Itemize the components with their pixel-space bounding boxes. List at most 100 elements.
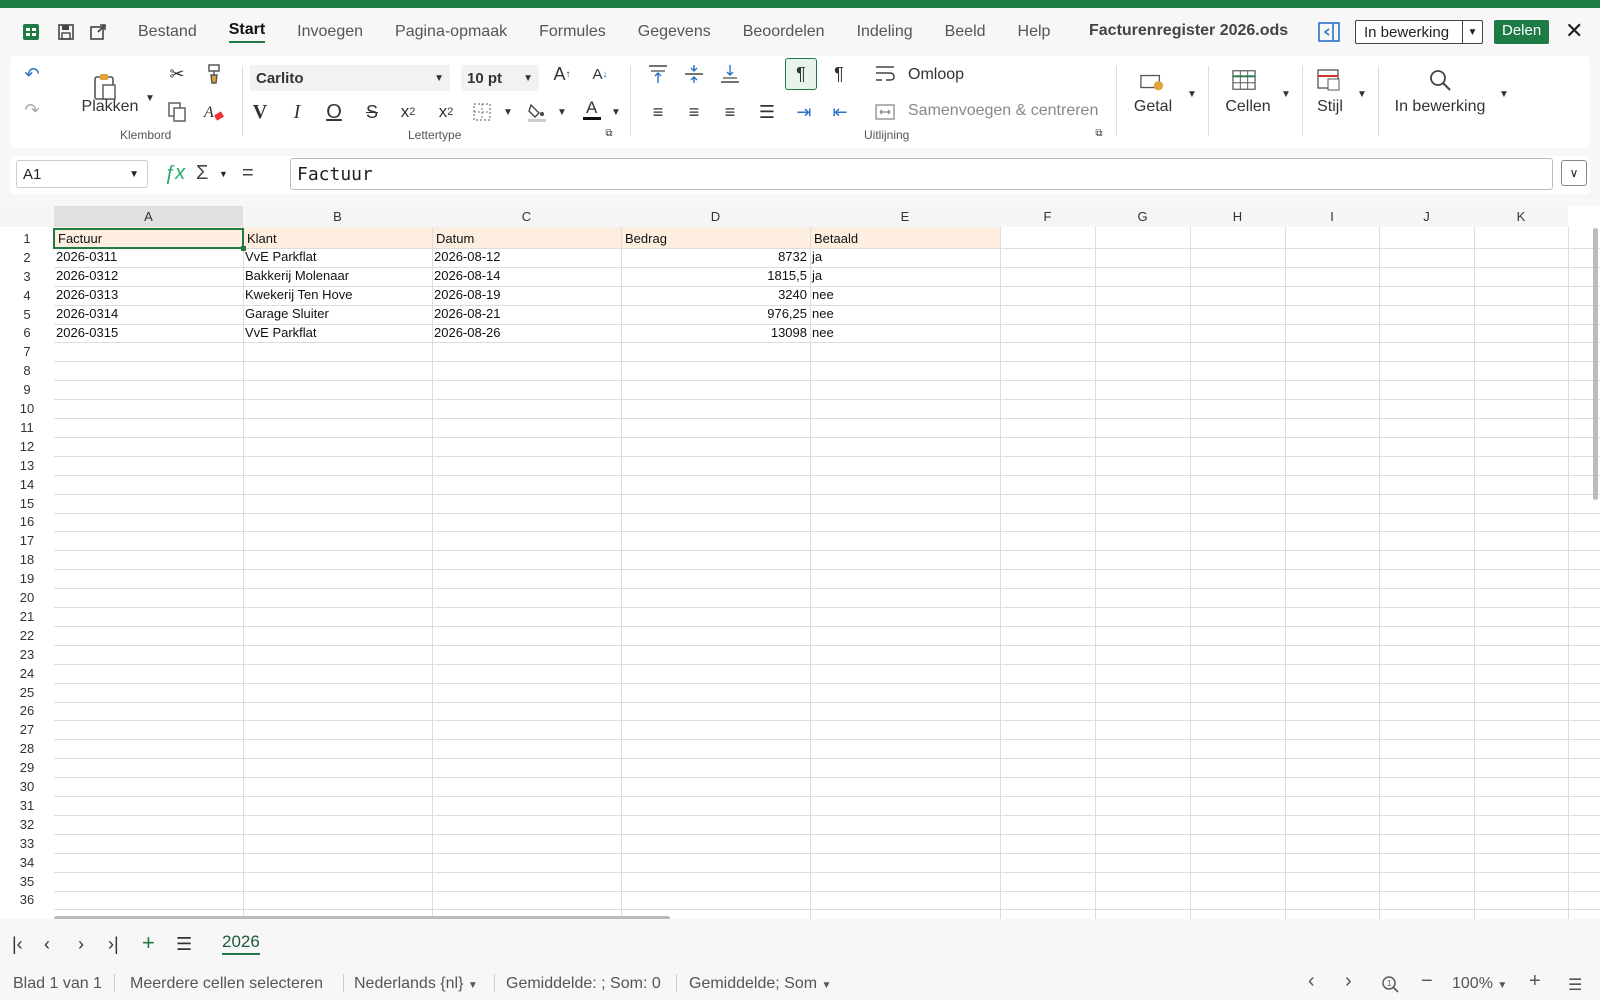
vertical-scrollbar[interactable] (1593, 228, 1598, 500)
style-button[interactable]: Stijl (1310, 96, 1350, 118)
ltr-paragraph-icon[interactable]: ¶ (785, 58, 817, 90)
add-sheet-icon[interactable]: + (142, 930, 155, 956)
chevron-down-icon[interactable]: ▼ (496, 100, 520, 124)
zoom-reset-icon[interactable]: 1 (1381, 975, 1399, 998)
last-sheet-icon[interactable]: ›| (108, 934, 119, 955)
chevron-down-icon[interactable]: ▼ (138, 86, 162, 110)
style-icon[interactable] (1317, 68, 1341, 92)
save-icon[interactable] (56, 22, 76, 42)
tab-start[interactable]: Start (228, 21, 266, 43)
header-cell[interactable]: Datum (434, 230, 619, 248)
chevron-down-icon[interactable]: ▼ (1274, 82, 1298, 106)
borders-icon[interactable] (470, 100, 494, 124)
name-box[interactable]: A1 ▼ (16, 160, 148, 188)
chevron-down-icon[interactable]: ▼ (1462, 21, 1482, 43)
row-header[interactable]: 35 (0, 872, 54, 891)
align-middle-icon[interactable] (682, 62, 706, 86)
row-header[interactable]: 18 (0, 550, 54, 569)
tab-gegevens[interactable]: Gegevens (638, 23, 711, 41)
column-header[interactable]: I (1285, 206, 1379, 227)
table-cell[interactable]: 2026-08-19 (432, 286, 620, 304)
row-header[interactable]: 8 (0, 361, 54, 380)
row-header[interactable]: 32 (0, 815, 54, 834)
table-cell[interactable]: 2026-08-12 (432, 248, 620, 266)
expand-formula-icon[interactable]: ∨ (1561, 160, 1587, 186)
row-header[interactable]: 19 (0, 569, 54, 588)
row-header[interactable]: 10 (0, 399, 54, 418)
clear-format-icon[interactable]: A (202, 100, 226, 124)
cells-icon[interactable] (1232, 68, 1256, 92)
fill-color-icon[interactable] (525, 100, 549, 124)
column-header[interactable]: G (1095, 206, 1190, 227)
row-header[interactable]: 9 (0, 380, 54, 399)
table-cell[interactable]: 8732 (621, 248, 809, 266)
table-cell[interactable]: nee (810, 324, 999, 342)
first-sheet-icon[interactable]: |‹ (12, 934, 23, 955)
dialog-launcher-icon[interactable]: ⧉ (1092, 126, 1106, 140)
subscript-icon[interactable]: x2 (396, 100, 420, 124)
calc-app-icon[interactable] (22, 23, 40, 41)
table-cell[interactable]: 3240 (621, 286, 809, 304)
row-header[interactable]: 26 (0, 702, 54, 721)
wrap-text-button[interactable]: Omloop (908, 64, 964, 86)
zoom-in-icon[interactable]: + (1529, 970, 1541, 993)
row-header[interactable]: 33 (0, 834, 54, 853)
column-header[interactable]: F (1000, 206, 1095, 227)
tab-help[interactable]: Help (1018, 23, 1051, 41)
row-header[interactable]: 21 (0, 607, 54, 626)
font-name-select[interactable]: Carlito ▼ (250, 65, 450, 91)
row-header[interactable]: 3 (0, 267, 54, 286)
fill-handle[interactable] (241, 245, 246, 251)
table-cell[interactable]: Bakkerij Molenaar (243, 267, 431, 285)
row-header[interactable]: 2 (0, 248, 54, 267)
spreadsheet-grid[interactable]: A B C D E F G H I J K 1 2 3 4 5 6 7 8 9 10 11 12 13 14 15 16 17 18 19… (0, 206, 1600, 919)
align-left-icon[interactable]: ≡ (646, 100, 670, 124)
row-header[interactable]: 23 (0, 645, 54, 664)
tab-beoordelen[interactable]: Beoordelen (743, 23, 825, 41)
increase-indent-icon[interactable]: ⇥ (792, 100, 816, 124)
table-cell[interactable]: 2026-0315 (54, 324, 242, 342)
column-header[interactable]: D (621, 206, 810, 227)
next-sheet-icon[interactable]: › (78, 934, 84, 955)
equals-icon[interactable]: = (242, 162, 254, 185)
row-header[interactable]: 30 (0, 777, 54, 796)
table-cell[interactable]: 13098 (621, 324, 809, 342)
superscript-icon[interactable]: x2 (434, 100, 458, 124)
column-header[interactable]: J (1379, 206, 1474, 227)
font-size-select[interactable]: 10 pt ▼ (461, 65, 539, 91)
align-bottom-icon[interactable] (718, 62, 742, 86)
row-header[interactable]: 5 (0, 305, 54, 324)
table-cell[interactable]: Kwekerij Ten Hove (243, 286, 431, 304)
column-header[interactable]: K (1474, 206, 1568, 227)
chevron-down-icon[interactable]: ▼ (550, 100, 574, 124)
redo-icon[interactable]: ↷ (20, 98, 44, 122)
row-header[interactable]: 16 (0, 513, 54, 532)
horizontal-scrollbar[interactable] (54, 916, 670, 919)
align-right-icon[interactable]: ≡ (718, 100, 742, 124)
selection-mode[interactable]: Meerdere cellen selecteren (130, 975, 323, 993)
status-menu-icon[interactable]: ☰ (1568, 975, 1582, 995)
sum-icon[interactable]: Σ (196, 162, 208, 185)
edit-mode-select[interactable]: In bewerking ▼ (1355, 20, 1483, 44)
zoom-select[interactable]: 100% ▼ (1452, 975, 1507, 993)
row-header[interactable]: 4 (0, 286, 54, 305)
merge-cells-icon[interactable] (873, 100, 897, 124)
table-cell[interactable]: nee (810, 286, 999, 304)
copy-icon[interactable] (165, 100, 189, 124)
align-center-icon[interactable]: ≡ (682, 100, 706, 124)
row-header[interactable]: 11 (0, 418, 54, 437)
row-header[interactable]: 14 (0, 475, 54, 494)
format-painter-icon[interactable] (202, 62, 226, 86)
zoom-out-icon[interactable]: − (1421, 970, 1433, 993)
shrink-font-icon[interactable]: A ↓ (588, 62, 612, 86)
row-header[interactable]: 31 (0, 796, 54, 815)
tab-bestand[interactable]: Bestand (138, 23, 197, 41)
table-cell[interactable]: VvE Parkflat (243, 324, 431, 342)
document-title[interactable]: Facturenregister 2026.ods (1089, 22, 1288, 40)
language-select[interactable]: Nederlands {nl} ▼ (354, 975, 478, 993)
open-external-icon[interactable] (88, 22, 108, 42)
row-header[interactable]: 36 (0, 891, 54, 910)
table-cell[interactable]: 1815,5 (621, 267, 809, 285)
chevron-down-icon[interactable]: ▼ (1492, 82, 1516, 106)
table-cell[interactable]: 976,25 (621, 305, 809, 323)
